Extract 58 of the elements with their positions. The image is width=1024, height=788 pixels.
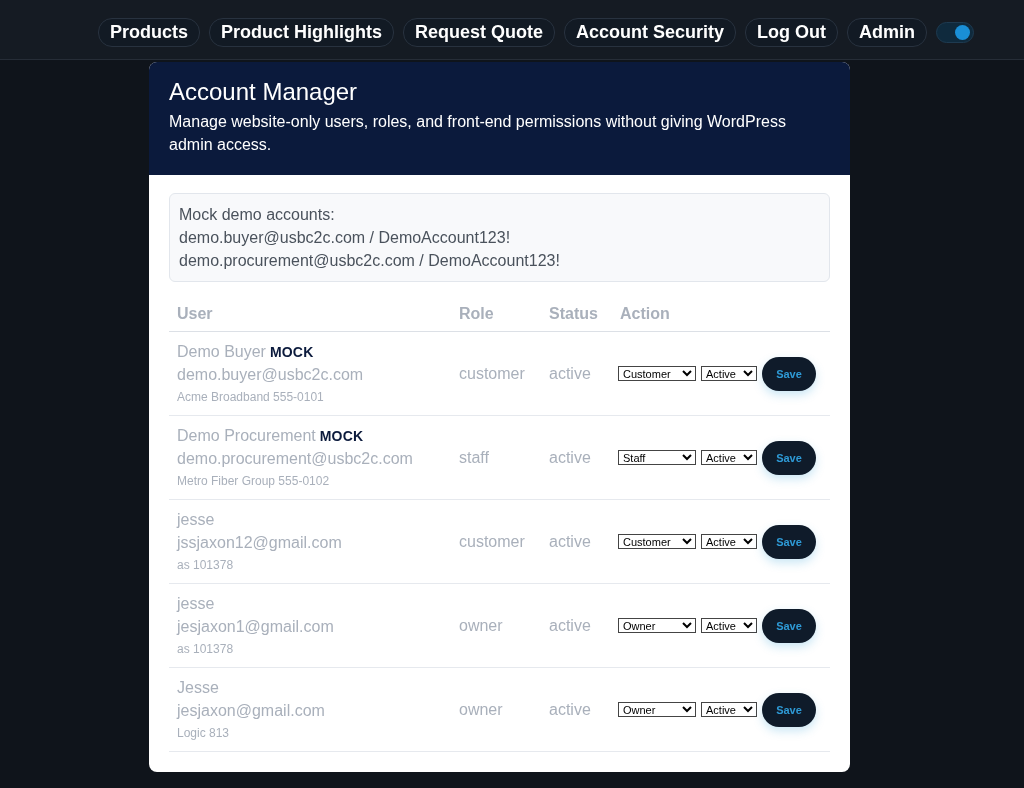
user-note: Logic 813 [177, 725, 230, 742]
role-select[interactable]: Customer [618, 366, 696, 381]
nav-link[interactable]: Admin [847, 18, 928, 47]
save-button[interactable]: Save [762, 692, 816, 727]
column-header: Role [458, 304, 495, 323]
user-email: jesjaxon1@gmail.com [177, 617, 334, 637]
notice-line: Mock demo accounts: [179, 205, 336, 225]
user-note: as 101378 [177, 641, 234, 658]
user-note: as 101378 [177, 557, 234, 574]
save-button[interactable]: Save [762, 356, 816, 391]
user-name: jesse [177, 594, 215, 614]
nav-link[interactable]: Log Out [745, 18, 839, 47]
role-text: customer [459, 365, 525, 382]
save-button[interactable]: Save [762, 608, 816, 643]
status-text: active [549, 449, 591, 466]
mock-label: MOCK [319, 428, 364, 444]
user-name: jesse [177, 510, 215, 530]
role-text: owner [459, 701, 503, 718]
status-select[interactable]: Active [701, 534, 757, 549]
nav-link[interactable]: Product Highlights [209, 18, 394, 47]
user-email: demo.procurement@usbc2c.com [177, 449, 413, 469]
status-select[interactable]: Active [701, 366, 757, 381]
nav-link[interactable]: Account Security [564, 18, 737, 47]
role-select[interactable]: Owner [618, 702, 696, 717]
user-name: Demo Procurement [177, 426, 316, 446]
role-text: owner [459, 617, 503, 634]
column-header: Action [619, 304, 671, 323]
save-button[interactable]: Save [762, 440, 816, 475]
role-select[interactable]: Customer [618, 534, 696, 549]
status-select[interactable]: Active [701, 618, 757, 633]
role-text: customer [459, 533, 525, 550]
role-select[interactable]: Staff [618, 450, 696, 465]
status-text: active [549, 533, 591, 550]
nav-link[interactable]: Request Quote [403, 18, 555, 47]
status-text: active [549, 617, 591, 634]
user-name: Jesse [177, 678, 219, 698]
user-email: jesjaxon@gmail.com [177, 701, 325, 721]
status-text: active [549, 365, 591, 382]
user-name: Demo Buyer [177, 342, 266, 362]
nav-link[interactable]: Products [97, 18, 200, 47]
user-note: Acme Broadband 555-0101 [177, 389, 324, 406]
column-header: Status [548, 304, 599, 323]
card-title: Account Manager [169, 78, 359, 106]
column-header: User [176, 304, 214, 323]
notice-line: demo.procurement@usbc2c.com / DemoAccount123! [179, 251, 561, 271]
card-description: Manage website-only users, roles, and front-end permissions without giving WordPress admin access. [169, 112, 787, 155]
save-button[interactable]: Save [762, 524, 816, 559]
role-select[interactable]: Owner [618, 618, 696, 633]
status-select[interactable]: Active [701, 702, 757, 717]
user-note: Metro Fiber Group 555-0102 [177, 473, 330, 490]
user-email: demo.buyer@usbc2c.com [177, 365, 364, 385]
mock-label: MOCK [269, 344, 314, 360]
role-text: staff [459, 449, 489, 466]
status-text: active [549, 701, 591, 718]
status-select[interactable]: Active [701, 450, 757, 465]
user-email: jssjaxon12@gmail.com [177, 533, 342, 553]
notice-line: demo.buyer@usbc2c.com / DemoAccount123! [179, 228, 512, 248]
toggle-switch[interactable] [936, 22, 975, 43]
